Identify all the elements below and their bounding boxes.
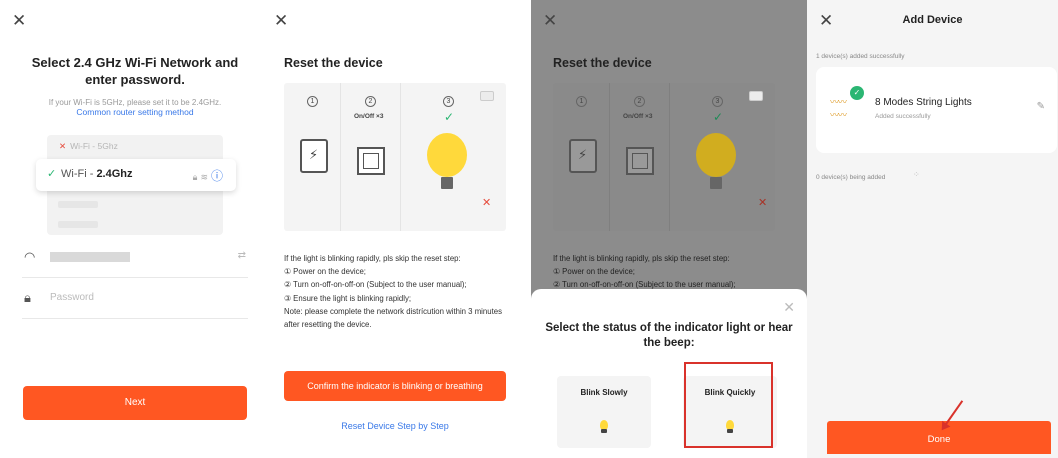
blink-slowly-option[interactable]: Blink Slowly xyxy=(557,376,651,448)
plug-icon: ⚡︎ xyxy=(569,139,597,173)
error-x-icon: ✕ xyxy=(482,197,492,209)
bulb-base xyxy=(710,177,722,189)
step-number-3: 3 xyxy=(443,96,454,107)
video-icon[interactable] xyxy=(480,91,494,101)
router-setting-link[interactable]: Common router setting method xyxy=(20,107,250,117)
switch-network-icon[interactable]: ⇄ xyxy=(238,250,246,261)
wifi-select-screen: ✕ Select 2.4 GHz Wi-Fi Network and enter… xyxy=(0,0,262,458)
reset-instructions: If the light is blinking rapidly, pls sk… xyxy=(553,252,781,292)
bulb-base xyxy=(601,429,607,433)
device-card[interactable]: 〰︎〰︎ 〰︎〰︎ ✓ 8 Modes String Lights Added s… xyxy=(816,67,1057,153)
wifi-5g-label: Wi-Fi - 5Ghz xyxy=(70,141,118,151)
onoff-label: On/Off ×3 xyxy=(623,113,653,120)
bulb-icon xyxy=(427,133,467,177)
bulb-base xyxy=(441,177,453,189)
instruction-line: ③ Ensure the light is blinking rapidly; xyxy=(284,293,412,303)
error-x-icon: ✕ xyxy=(758,197,768,209)
onoff-label: On/Off ×3 xyxy=(354,113,384,120)
step-number-2: 2 xyxy=(365,96,376,107)
switch-icon xyxy=(357,147,385,175)
password-field[interactable]: 🔒︎ Password xyxy=(22,277,248,319)
bulb-icon xyxy=(696,133,736,177)
close-icon[interactable]: ✕ xyxy=(543,12,557,29)
instruction-line: ① Power on the device; xyxy=(284,267,366,277)
instruction-line: ② Turn on-off-on-off-on (Subject to the … xyxy=(284,280,467,290)
check-icon: ✓ xyxy=(713,110,724,124)
instruction-line: If the light is blinking rapidly, pls sk… xyxy=(553,254,730,263)
wifi-band: 2.4Ghz xyxy=(96,168,133,180)
reset-device-screen: ✕ Reset the device 1 2 3 On/Off ×3 ✓ ⚡︎ … xyxy=(262,0,531,458)
wifi-status-icons: 🔒︎≋ⓘ xyxy=(193,167,226,184)
reset-illustration: 1 2 3 On/Off ×3 ✓ ⚡︎ ✕ xyxy=(553,83,775,231)
device-status: Added successfully xyxy=(875,113,931,120)
check-icon: ✓ xyxy=(444,110,455,124)
success-check-icon: ✓ xyxy=(850,86,864,100)
reset-instructions: If the light is blinking rapidly, pls sk… xyxy=(284,252,512,331)
close-icon[interactable]: ✕ xyxy=(12,12,26,29)
device-name: 8 Modes String Lights xyxy=(875,97,972,108)
page-title: Add Device xyxy=(902,14,963,26)
wifi-24g-label: Wi-Fi - 2.4Ghz xyxy=(61,168,133,180)
page-title: Select 2.4 GHz Wi-Fi Network and enter p… xyxy=(31,55,239,87)
wifi-24g-item[interactable]: ✓ Wi-Fi - 2.4Ghz 🔒︎≋ⓘ xyxy=(36,159,236,191)
blurred-row xyxy=(58,221,98,228)
added-count-label: 1 device(s) added successfully xyxy=(816,53,905,60)
wifi-icon: ◠ xyxy=(24,249,36,264)
password-input[interactable]: Password xyxy=(50,292,94,303)
switch-icon xyxy=(626,147,654,175)
reset-illustration: 1 2 3 On/Off ×3 ✓ ⚡︎ ✕ xyxy=(284,83,506,231)
blurred-row xyxy=(58,201,98,208)
wifi-5g-item: ✕ Wi-Fi - 5Ghz xyxy=(59,141,118,152)
step-number-3: 3 xyxy=(712,96,723,107)
wifi-prefix: Wi-Fi - xyxy=(61,168,97,180)
check-icon: ✓ xyxy=(47,168,57,180)
error-x-icon: ✕ xyxy=(59,141,67,151)
close-icon[interactable]: ✕ xyxy=(783,299,795,316)
step-number-1: 1 xyxy=(307,96,318,107)
wifi-name-value xyxy=(50,252,130,262)
confirm-indicator-button[interactable]: Confirm the indicator is blinking or bre… xyxy=(284,371,506,401)
edit-icon[interactable]: ✎ xyxy=(1037,101,1045,112)
wifi-name-field[interactable]: ◠ ⇄ xyxy=(22,236,248,278)
step-number-2: 2 xyxy=(634,96,645,107)
adding-count-label: 0 device(s) being added xyxy=(816,174,886,181)
close-icon[interactable]: ✕ xyxy=(274,12,288,29)
step-number-1: 1 xyxy=(576,96,587,107)
page-title: Reset the device xyxy=(284,56,383,70)
reset-step-link[interactable]: Reset Device Step by Step xyxy=(284,421,506,431)
lock-icon: 🔒︎ xyxy=(24,290,31,305)
loading-spinner-icon: ⁘ xyxy=(913,170,920,179)
plug-icon: ⚡︎ xyxy=(300,139,328,173)
instruction-line: If the light is blinking rapidly, pls sk… xyxy=(284,254,461,263)
page-title: Reset the device xyxy=(553,56,652,70)
video-icon xyxy=(749,91,763,101)
wifi-icon: ≋ xyxy=(200,172,211,182)
instruction-line: ① Power on the device; xyxy=(553,267,635,277)
next-button[interactable]: Next xyxy=(23,386,247,420)
instruction-line: Note: please complete the network distrí… xyxy=(284,306,502,330)
add-device-screen: ✕ Add Device 1 device(s) added successfu… xyxy=(807,0,1058,458)
highlight-box xyxy=(684,362,773,448)
option-label: Blink Slowly xyxy=(580,388,628,397)
info-icon[interactable]: ⓘ xyxy=(211,169,226,183)
sheet-question: Select the status of the indicator light… xyxy=(545,322,793,349)
